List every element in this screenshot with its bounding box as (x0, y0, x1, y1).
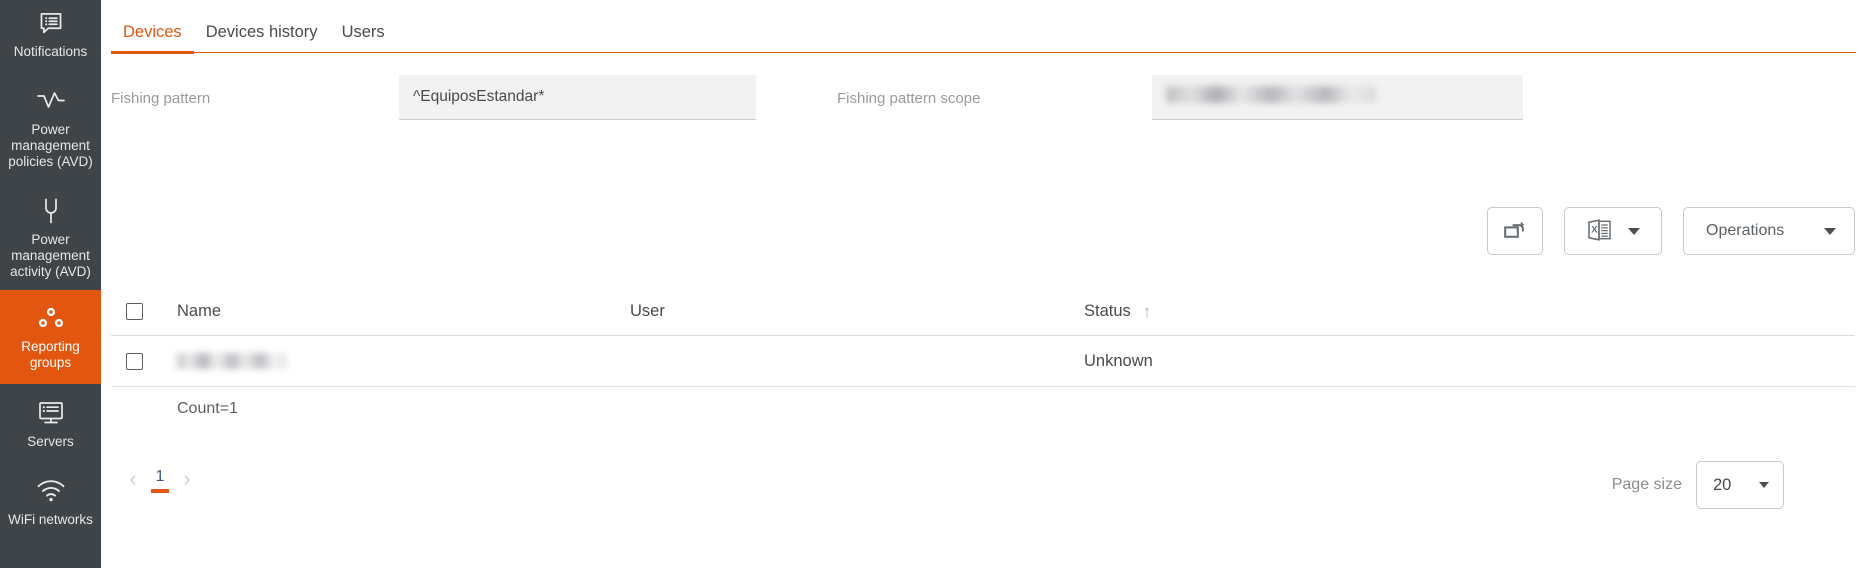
tab-devices-history[interactable]: Devices history (194, 23, 330, 53)
reset-window-icon (1503, 219, 1527, 244)
sort-ascending-icon[interactable]: ↑ (1143, 303, 1152, 320)
filter-fishing-pattern: Fishing pattern (111, 75, 756, 120)
fishing-pattern-label: Fishing pattern (111, 90, 211, 107)
table-header-row: Name User Status ↑ (111, 288, 1855, 336)
fishing-pattern-scope-input[interactable] (1152, 75, 1523, 120)
main-content: Devices Devices history Users Fishing pa… (101, 0, 1864, 568)
previous-page-icon[interactable]: ‹ (125, 468, 141, 490)
column-header-user[interactable]: User (630, 302, 1084, 321)
excel-export-icon: X (1586, 217, 1614, 246)
page-size-control: Page size 20 (1612, 461, 1784, 509)
sidebar-item-power-management-activity[interactable]: Power management activity (AVD) (0, 180, 101, 290)
page-number-1[interactable]: 1 (151, 468, 169, 493)
tab-devices[interactable]: Devices (111, 23, 194, 54)
cell-status: Unknown (1084, 351, 1153, 370)
sidebar-item-reporting-groups[interactable]: Reporting groups (0, 290, 101, 384)
table-row[interactable]: Unknown (111, 336, 1855, 387)
select-all-checkbox[interactable] (126, 303, 143, 320)
notifications-icon (38, 8, 64, 38)
column-header-status[interactable]: Status ↑ (1084, 302, 1855, 321)
sidebar-item-label: Power management activity (AVD) (10, 232, 91, 279)
chevron-down-icon[interactable] (1759, 482, 1769, 488)
sidebar-item-label: Notifications (13, 44, 88, 59)
tab-users[interactable]: Users (330, 23, 397, 53)
reporting-groups-icon (36, 303, 66, 333)
server-monitor-icon (36, 398, 66, 428)
export-excel-button[interactable]: X (1564, 207, 1662, 255)
fishing-pattern-scope-label: Fishing pattern scope (837, 90, 981, 107)
reset-view-button[interactable] (1487, 207, 1543, 255)
table-toolbar: X Operations (1487, 207, 1855, 255)
sidebar-item-label: Servers (27, 434, 74, 449)
row-count-label: Count=1 (177, 400, 238, 417)
row-count: Count=1 (111, 387, 1855, 431)
filter-row: Fishing pattern Fishing pattern scope (111, 53, 1864, 148)
fishing-pattern-input[interactable] (399, 75, 756, 120)
page-size-value: 20 (1713, 475, 1732, 494)
row-checkbox[interactable] (126, 352, 143, 370)
operations-button-label: Operations (1706, 222, 1785, 239)
power-plug-icon (39, 196, 63, 226)
tab-bar: Devices Devices history Users (111, 0, 1864, 54)
sidebar-item-label: Power management policies (AVD) (8, 122, 93, 169)
pagination: ‹ 1 › (125, 468, 195, 493)
operations-button[interactable]: Operations (1683, 207, 1855, 255)
sidebar: Notifications Power management policies … (0, 0, 101, 568)
sidebar-item-label: Reporting groups (21, 339, 80, 370)
filter-fishing-pattern-scope: Fishing pattern scope (837, 75, 1523, 120)
sidebar-item-notifications[interactable]: Notifications (0, 0, 101, 70)
svg-text:X: X (1591, 224, 1598, 235)
chevron-down-icon[interactable] (1824, 227, 1836, 235)
sidebar-item-power-management-policies[interactable]: Power management policies (AVD) (0, 70, 101, 180)
page-size-select[interactable]: 20 (1696, 461, 1784, 509)
wifi-icon (36, 476, 66, 506)
chevron-down-icon[interactable] (1628, 227, 1640, 235)
cell-name (177, 352, 630, 371)
activity-pulse-icon (36, 86, 66, 116)
sidebar-item-servers[interactable]: Servers (0, 384, 101, 460)
page-size-label: Page size (1611, 476, 1682, 493)
row-select-cell (126, 352, 177, 370)
devices-table: Name User Status ↑ Unknown Count=1 (111, 288, 1855, 431)
sidebar-item-label: WiFi networks (8, 512, 93, 527)
redacted-value (1166, 86, 1376, 103)
next-page-icon[interactable]: › (179, 468, 195, 490)
column-header-name[interactable]: Name (177, 302, 630, 321)
app-root: Notifications Power management policies … (0, 0, 1864, 568)
select-all-cell (126, 303, 177, 320)
tab-list: Devices Devices history Users (111, 0, 397, 54)
column-header-status-label: Status (1084, 302, 1131, 320)
sidebar-item-wifi-networks[interactable]: WiFi networks (0, 460, 101, 538)
redacted-device-name (177, 353, 287, 370)
